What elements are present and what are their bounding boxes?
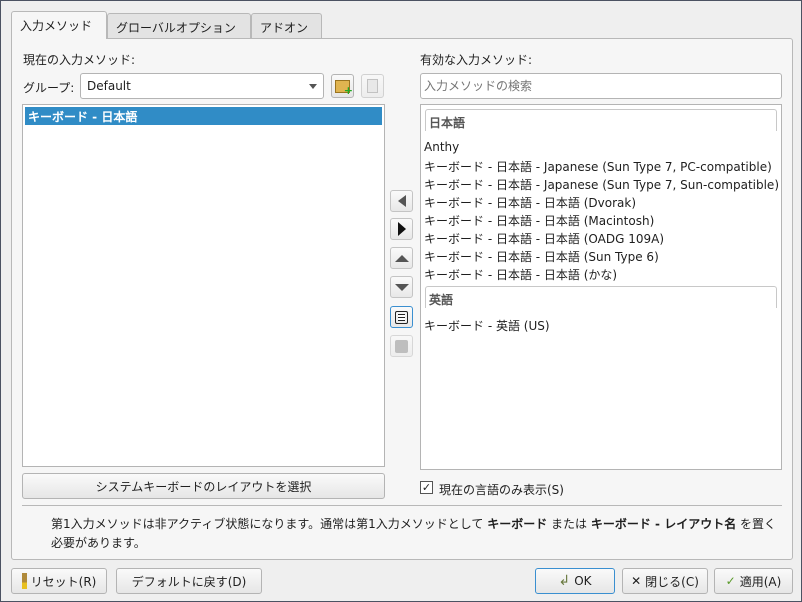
tab-global-options[interactable]: グローバルオプション [107, 13, 251, 38]
add-method-button[interactable] [390, 218, 413, 240]
list-item-selected[interactable]: キーボード - 日本語 [25, 107, 382, 125]
tab-addons[interactable]: アドオン [251, 13, 322, 38]
list-item[interactable]: キーボード - 日本語 - Japanese (Sun Type 7, Sun-… [424, 176, 779, 193]
list-item[interactable]: キーボード - 日本語 - Japanese (Sun Type 7, PC-c… [424, 158, 772, 175]
delete-group-button[interactable] [361, 74, 384, 98]
arrow-up-icon [394, 254, 409, 262]
list-item[interactable]: キーボード - 日本語 - 日本語 (Sun Type 6) [424, 248, 659, 265]
available-methods-label: 有効な入力メソッド: [420, 53, 533, 67]
arrow-left-icon [397, 195, 406, 207]
reset-button[interactable]: リセット(R) [11, 568, 107, 594]
only-current-language-checkbox[interactable]: ✓ [420, 481, 433, 494]
arrow-down-icon [394, 283, 409, 291]
search-input[interactable] [420, 73, 782, 99]
list-item[interactable]: キーボード - 英語 (US) [424, 317, 550, 334]
tab-input-method[interactable]: 入力メソッド [11, 11, 107, 39]
group-combobox[interactable]: Default [80, 73, 324, 99]
close-icon: ✕ [631, 574, 642, 588]
list-item[interactable]: キーボード - 日本語 - 日本語 (OADG 109A) [424, 230, 664, 247]
settings-list-icon [395, 310, 408, 324]
group-header-english: 英語 [425, 286, 777, 308]
separator [22, 505, 782, 506]
only-current-language-label[interactable]: 現在の言語のみ表示(S) [439, 481, 564, 498]
move-down-button[interactable] [390, 276, 413, 298]
ok-icon: ↲ [558, 573, 571, 589]
checkmark-icon: ✓ [725, 574, 736, 588]
group-label: グループ: [23, 81, 75, 95]
current-methods-list[interactable]: キーボード - 日本語 [22, 104, 385, 467]
list-item[interactable]: Anthy [424, 140, 459, 154]
apply-button[interactable]: ✓ 適用(A) [714, 568, 793, 594]
add-group-button[interactable]: + [331, 74, 354, 98]
ok-button[interactable]: ↲ OK [535, 568, 615, 594]
arrow-right-icon [397, 222, 406, 236]
current-methods-label: 現在の入力メソッド: [23, 53, 136, 67]
close-button[interactable]: ✕ 閉じる(C) [622, 568, 708, 594]
keyboard-icon [395, 339, 408, 353]
trash-icon [367, 79, 378, 93]
broom-icon [21, 573, 27, 589]
defaults-button[interactable]: デフォルトに戻す(D) [116, 568, 262, 594]
configure-button[interactable] [390, 306, 413, 328]
keyboard-layout-button[interactable] [390, 335, 413, 357]
move-up-button[interactable] [390, 247, 413, 269]
list-item[interactable]: キーボード - 日本語 - 日本語 (Dvorak) [424, 194, 636, 211]
remove-method-button[interactable] [390, 190, 413, 212]
info-text: 第1入力メソッドは非アクティブ状態になります。通常は第1入力メソッドとして キー… [51, 517, 777, 550]
list-item[interactable]: キーボード - 日本語 - 日本語 (かな) [424, 266, 617, 283]
folder-add-icon: + [335, 79, 353, 96]
select-layout-button[interactable]: システムキーボードのレイアウトを選択 [22, 473, 385, 499]
chevron-down-icon [309, 83, 317, 93]
list-item[interactable]: キーボード - 日本語 - 日本語 (Macintosh) [424, 212, 654, 229]
group-header-japanese: 日本語 [425, 109, 777, 131]
group-value: Default [87, 79, 131, 93]
